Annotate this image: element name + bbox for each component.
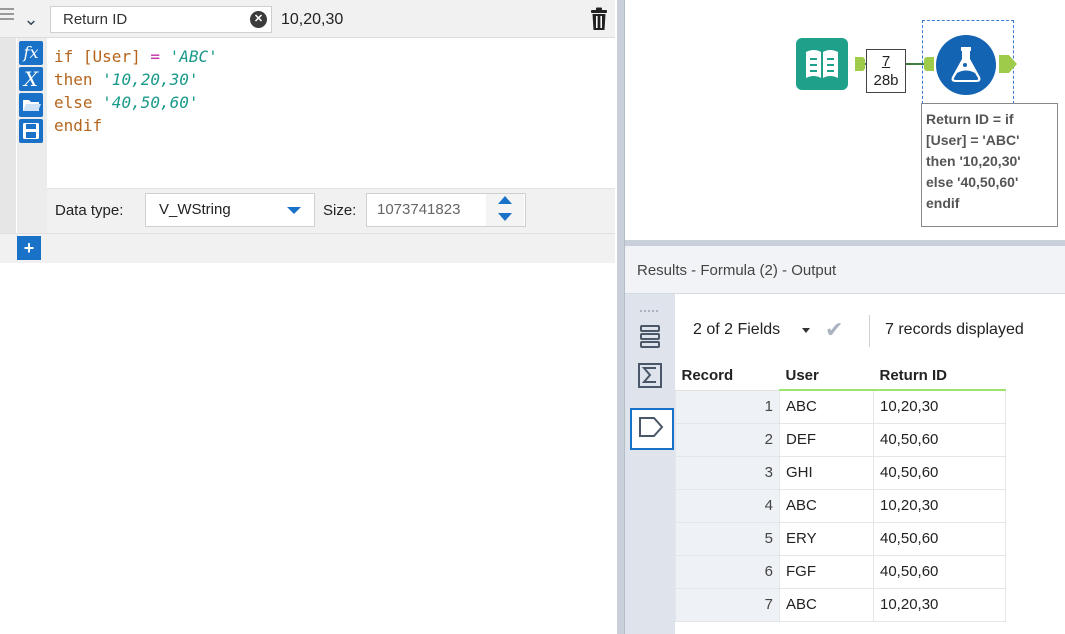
record-cell[interactable]: 3 <box>675 455 780 490</box>
record-cell[interactable]: 6 <box>675 554 780 589</box>
return-id-cell[interactable]: 10,20,30 <box>873 587 1006 622</box>
tool-annotation: Return ID = if [User] = 'ABC' then '10,20,… <box>921 103 1058 227</box>
table-row[interactable]: 2 DEF 40,50,60 <box>675 422 1006 457</box>
annotation-line: Return ID = if <box>926 111 1014 127</box>
add-formula-row <box>0 233 615 263</box>
grip-dots-icon[interactable] <box>639 300 661 312</box>
return-id-cell[interactable]: 40,50,60 <box>873 554 1006 589</box>
output-field-input[interactable]: Return ID <box>50 6 272 33</box>
annotation-line: [User] = 'ABC' <box>926 132 1020 148</box>
vertical-splitter[interactable] <box>615 0 625 634</box>
variable-icon[interactable]: X <box>19 67 43 91</box>
return-id-cell[interactable]: 40,50,60 <box>873 422 1006 457</box>
record-cell[interactable]: 1 <box>675 389 780 424</box>
record-count: 7 <box>881 53 891 70</box>
user-cell[interactable]: FGF <box>779 554 874 589</box>
dropdown-caret-icon[interactable] <box>287 207 301 214</box>
return-id-cell[interactable]: 40,50,60 <box>873 521 1006 556</box>
table-row[interactable]: 5 ERY 40,50,60 <box>675 521 1006 556</box>
table-row[interactable]: 6 FGF 40,50,60 <box>675 554 1006 589</box>
record-size: 28b <box>873 72 899 89</box>
results-grid: Record User Return ID 1 ABC 10,20,30 2 DEF 40… <box>675 362 1006 622</box>
table-row[interactable]: 7 ABC 10,20,30 <box>675 587 1006 622</box>
annotation-line: then '10,20,30' <box>926 153 1021 169</box>
table-row[interactable]: 1 ABC 10,20,30 <box>675 389 1006 424</box>
output-anchor[interactable] <box>855 57 865 71</box>
record-count-badge: 7 28b <box>866 49 906 93</box>
table-view-icon[interactable] <box>632 320 668 354</box>
clear-x-icon[interactable]: ✕ <box>250 11 267 28</box>
fields-selector[interactable]: 2 of 2 Fields <box>693 319 780 341</box>
user-cell[interactable]: GHI <box>779 455 874 490</box>
stepper-up-icon[interactable] <box>498 196 512 204</box>
expression-line[interactable]: if [User] = 'ABC' <box>54 45 218 68</box>
expression-line[interactable]: then '10,20,30' <box>54 68 218 91</box>
column-header-record[interactable]: Record <box>675 362 780 391</box>
return-id-cell[interactable]: 40,50,60 <box>873 455 1006 490</box>
function-icon[interactable]: fx <box>19 41 43 65</box>
record-cell[interactable]: 4 <box>675 488 780 523</box>
user-cell[interactable]: ABC <box>779 587 874 622</box>
toolbar-separator <box>869 315 870 347</box>
apply-check-icon[interactable]: ✔ <box>825 318 851 342</box>
annotation-line: else '40,50,60' <box>926 174 1019 190</box>
stepper-down-icon[interactable] <box>498 213 512 221</box>
record-cell[interactable]: 5 <box>675 521 780 556</box>
editor-tool-column: fx X <box>17 38 47 233</box>
annotation-line: endif <box>926 195 960 211</box>
trash-icon[interactable] <box>588 7 610 31</box>
results-title: Results - Formula (2) - Output <box>637 262 837 279</box>
return-id-cell[interactable]: 10,20,30 <box>873 488 1006 523</box>
size-label: Size: <box>323 202 357 219</box>
column-header-user[interactable]: User <box>779 362 874 391</box>
flask-icon[interactable] <box>936 35 996 95</box>
table-row[interactable]: 3 GHI 40,50,60 <box>675 455 1006 490</box>
user-cell[interactable]: ERY <box>779 521 874 556</box>
chevron-down-icon[interactable]: ⌄ <box>18 6 44 32</box>
table-row[interactable]: 4 ABC 10,20,30 <box>675 488 1006 523</box>
summary-sigma-icon[interactable] <box>632 358 668 392</box>
user-cell[interactable]: ABC <box>779 488 874 523</box>
expression-line[interactable]: endif <box>54 114 218 137</box>
drag-handle-icon[interactable] <box>0 8 14 24</box>
record-cell[interactable]: 2 <box>675 422 780 457</box>
formula-preview-value: 10,20,30 <box>281 11 344 28</box>
data-type-label: Data type: <box>55 202 124 219</box>
user-cell[interactable]: DEF <box>779 422 874 457</box>
save-icon[interactable] <box>19 119 43 143</box>
record-cell[interactable]: 7 <box>675 587 780 622</box>
open-folder-icon[interactable] <box>19 93 43 117</box>
book-icon[interactable] <box>796 38 848 90</box>
expression-line[interactable]: else '40,50,60' <box>54 91 218 114</box>
return-id-cell[interactable]: 10,20,30 <box>873 389 1006 424</box>
row-gutter <box>0 38 16 233</box>
expression-code[interactable]: if [User] = 'ABC' then '10,20,30' else '40… <box>54 45 218 137</box>
chevron-down-icon[interactable] <box>802 328 810 333</box>
records-displayed: 7 records displayed <box>885 321 1024 338</box>
metadata-tag-icon[interactable] <box>630 408 674 450</box>
user-cell[interactable]: ABC <box>779 389 874 424</box>
column-header-return-id[interactable]: Return ID <box>873 362 1006 391</box>
add-formula-button[interactable]: + <box>17 236 41 260</box>
